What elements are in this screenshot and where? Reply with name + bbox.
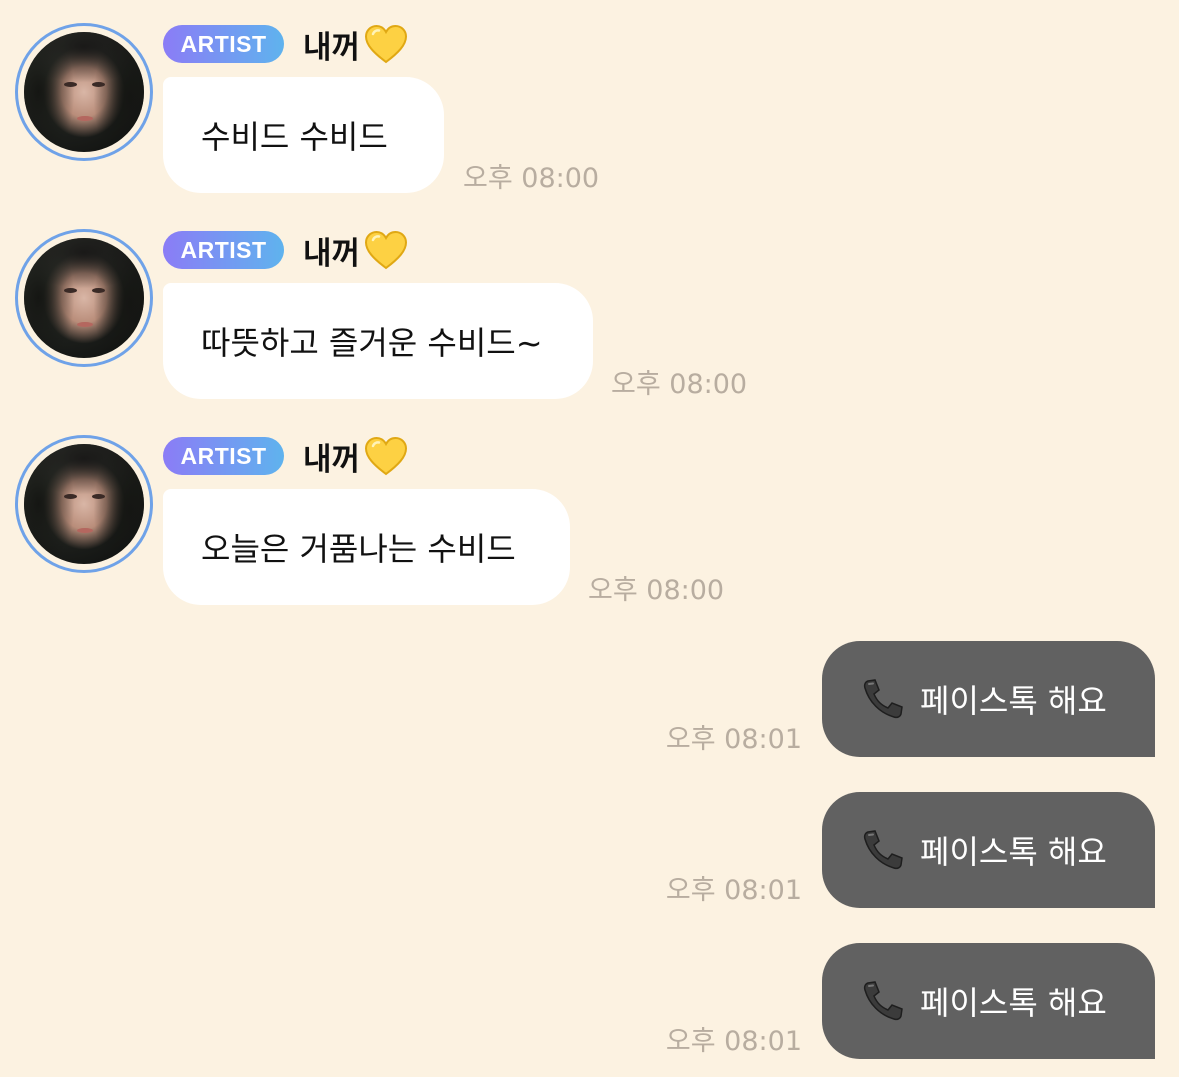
sender-name[interactable]: 내꺼 bbox=[303, 434, 360, 479]
chat-message-list[interactable]: ARTIST 내꺼 수비드 수비드 오후 08:00 ARTIST 내꺼 따뜻하… bbox=[0, 0, 1179, 1077]
artist-avatar[interactable] bbox=[15, 229, 153, 367]
incoming-message: ARTIST 내꺼 따뜻하고 즐거운 수비드~ 오후 08:00 bbox=[0, 206, 1179, 400]
facetalk-label: 페이스톡 해요 bbox=[920, 682, 1107, 720]
message-bubble[interactable]: 수비드 수비드 bbox=[163, 77, 444, 193]
message-timestamp: 오후 08:01 bbox=[665, 1026, 802, 1057]
artist-badge: ARTIST bbox=[163, 25, 284, 63]
facetalk-request-bubble[interactable]: 페이스톡 해요 bbox=[822, 792, 1155, 908]
message-text: 오늘은 거품나는 수비드 bbox=[201, 530, 516, 568]
telephone-icon bbox=[863, 830, 903, 870]
outgoing-message: 페이스톡 해요 오후 08:01 bbox=[0, 792, 1179, 908]
message-header: ARTIST 내꺼 bbox=[163, 22, 408, 67]
message-header: ARTIST 내꺼 bbox=[163, 228, 408, 273]
facetalk-label: 페이스톡 해요 bbox=[920, 833, 1107, 871]
artist-badge: ARTIST bbox=[163, 231, 284, 269]
incoming-message: ARTIST 내꺼 수비드 수비드 오후 08:00 bbox=[0, 0, 1179, 194]
facetalk-label: 페이스톡 해요 bbox=[920, 984, 1107, 1022]
message-timestamp: 오후 08:01 bbox=[665, 875, 802, 906]
telephone-icon bbox=[863, 981, 903, 1021]
incoming-message: ARTIST 내꺼 오늘은 거품나는 수비드 오후 08:00 bbox=[0, 412, 1179, 606]
artist-avatar[interactable] bbox=[15, 435, 153, 573]
artist-avatar[interactable] bbox=[15, 23, 153, 161]
sender-name[interactable]: 내꺼 bbox=[303, 228, 360, 273]
facetalk-request-bubble[interactable]: 페이스톡 해요 bbox=[822, 641, 1155, 757]
message-text: 따뜻하고 즐거운 수비드~ bbox=[201, 324, 543, 362]
avatar-photo bbox=[24, 32, 144, 152]
message-timestamp: 오후 08:00 bbox=[463, 163, 600, 194]
artist-badge: ARTIST bbox=[163, 437, 284, 475]
message-timestamp: 오후 08:01 bbox=[665, 724, 802, 755]
yellow-heart-icon bbox=[365, 24, 408, 64]
sender-name[interactable]: 내꺼 bbox=[303, 22, 360, 67]
facetalk-request-bubble[interactable]: 페이스톡 해요 bbox=[822, 943, 1155, 1059]
outgoing-message: 페이스톡 해요 오후 08:01 bbox=[0, 641, 1179, 757]
avatar-photo bbox=[24, 444, 144, 564]
message-text: 수비드 수비드 bbox=[201, 118, 388, 156]
message-timestamp: 오후 08:00 bbox=[588, 575, 725, 606]
message-bubble[interactable]: 오늘은 거품나는 수비드 bbox=[163, 489, 570, 605]
message-bubble[interactable]: 따뜻하고 즐거운 수비드~ bbox=[163, 283, 593, 399]
message-timestamp: 오후 08:00 bbox=[611, 369, 748, 400]
message-header: ARTIST 내꺼 bbox=[163, 434, 408, 479]
yellow-heart-icon bbox=[365, 230, 408, 270]
outgoing-message: 페이스톡 해요 오후 08:01 bbox=[0, 943, 1179, 1059]
telephone-icon bbox=[863, 679, 903, 719]
avatar-photo bbox=[24, 238, 144, 358]
yellow-heart-icon bbox=[365, 436, 408, 476]
